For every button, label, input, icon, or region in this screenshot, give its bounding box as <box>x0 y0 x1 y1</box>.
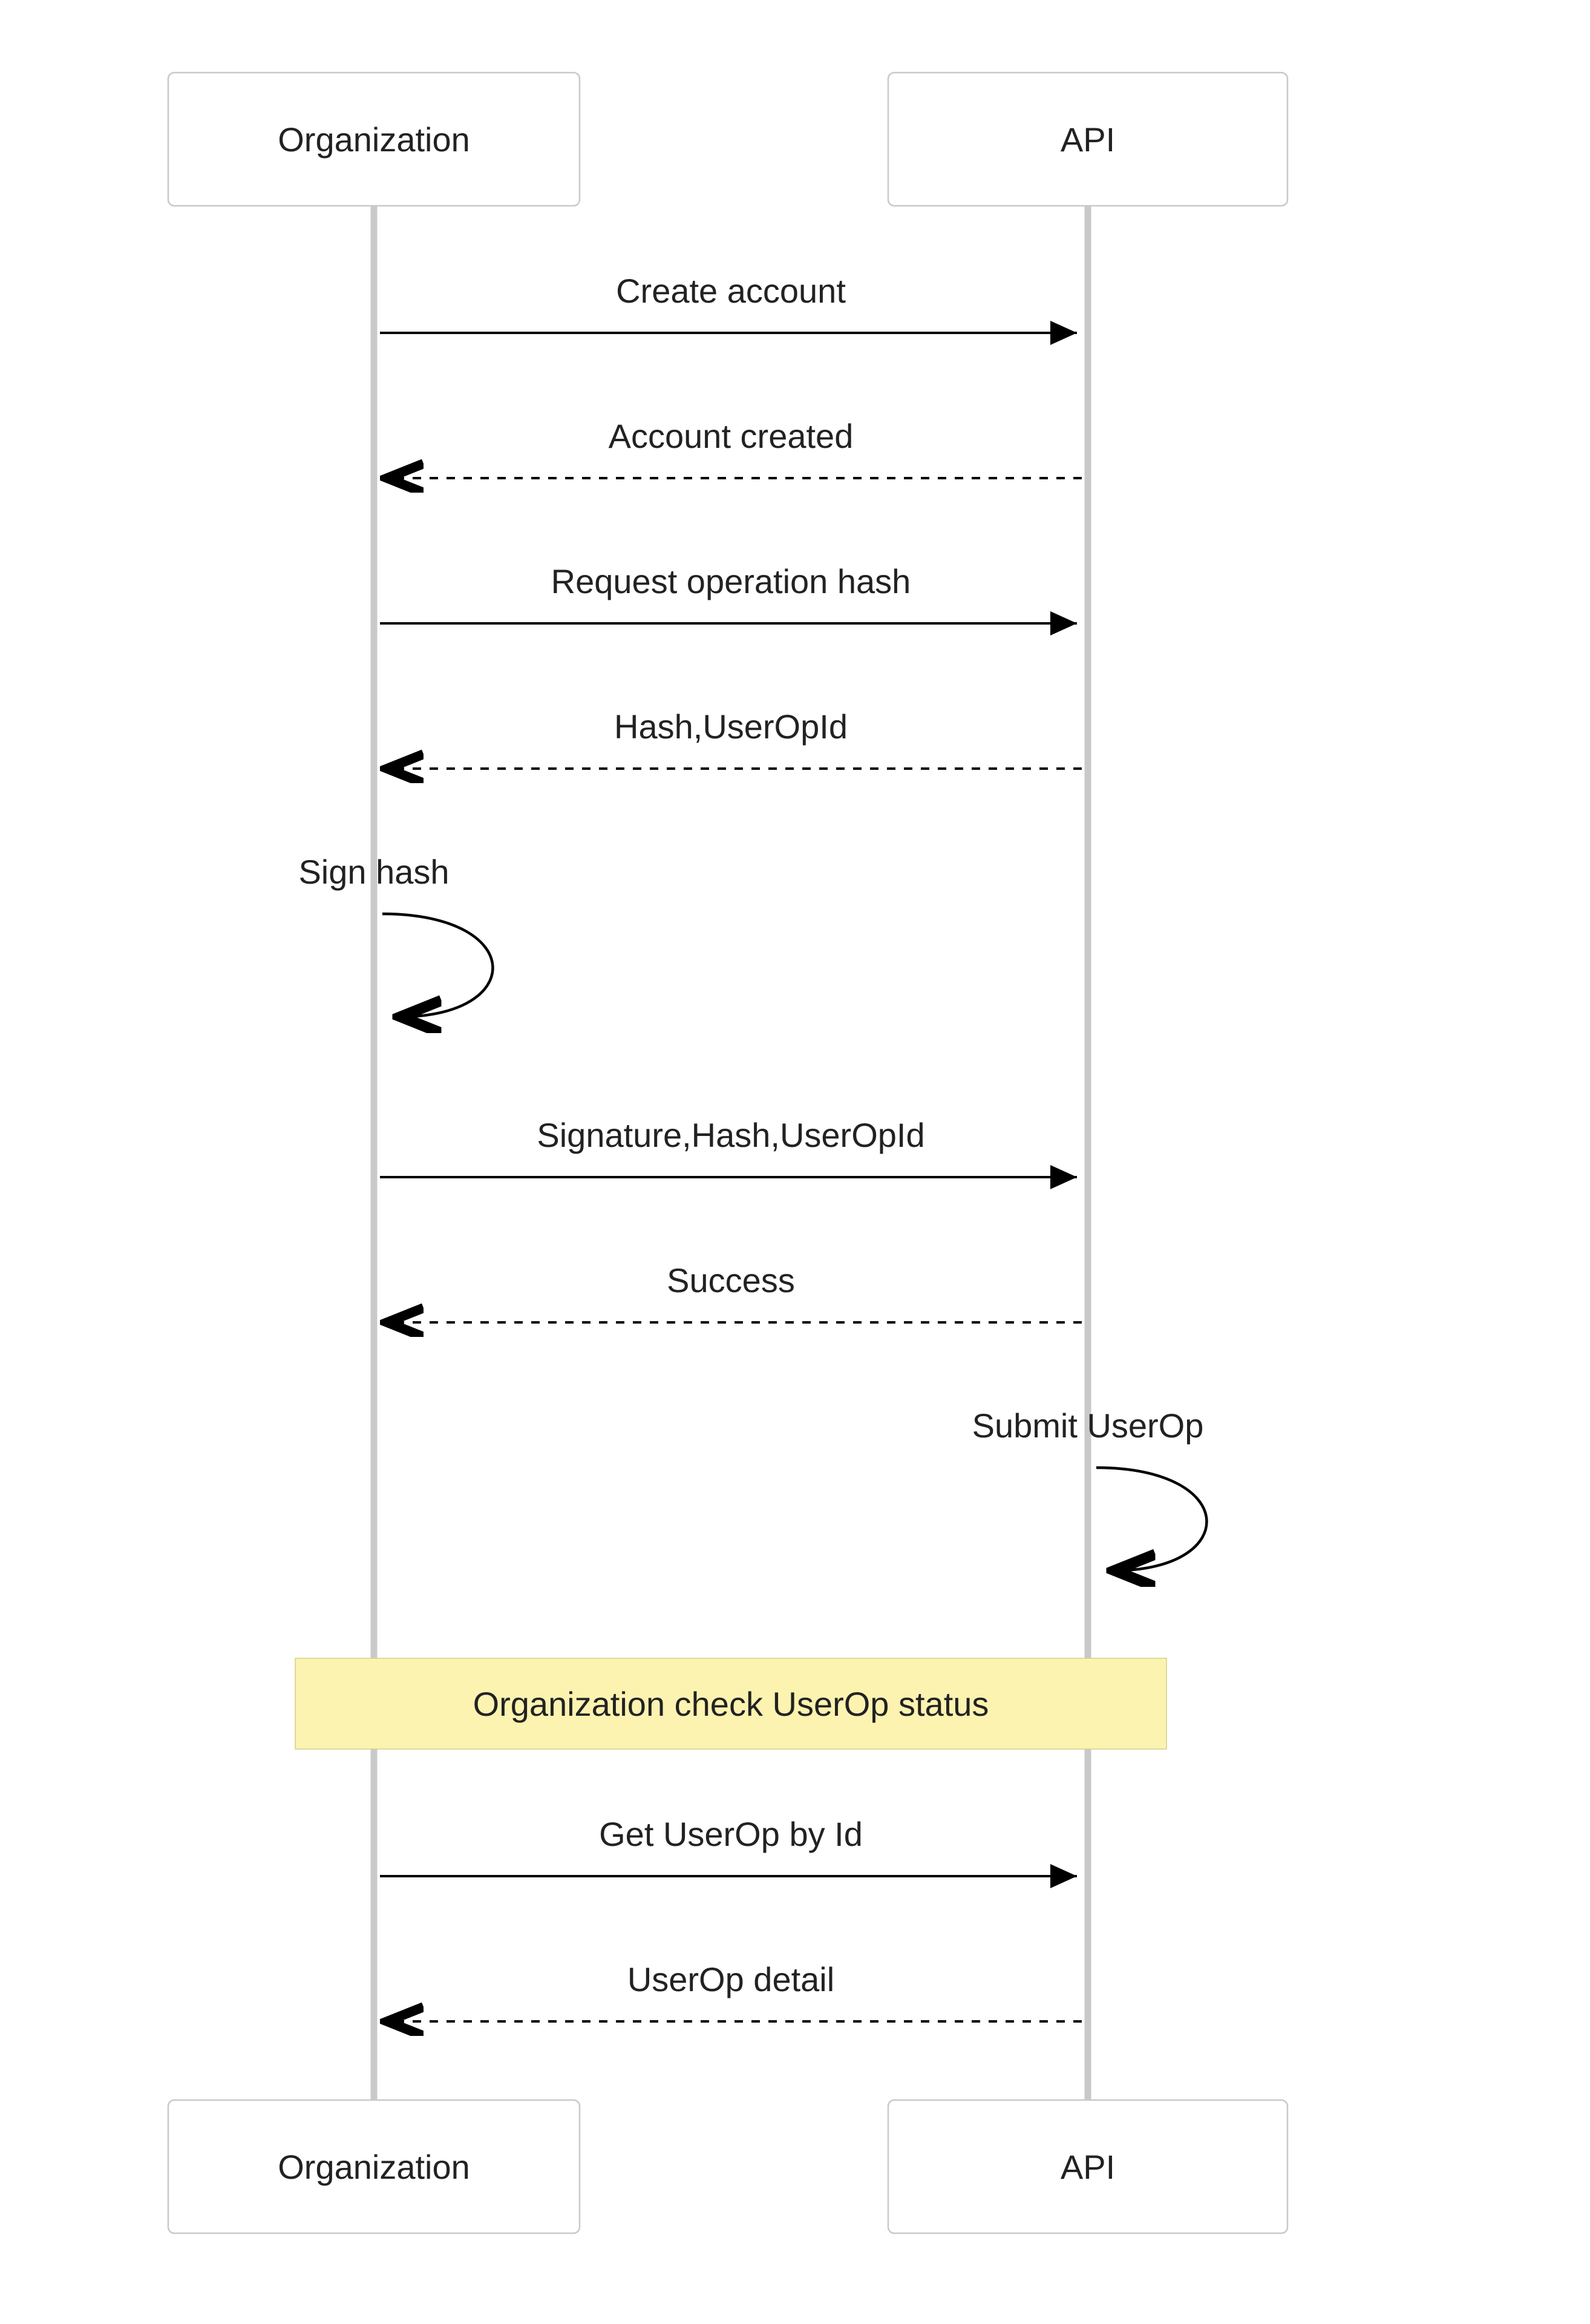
actor-organization-bottom-label: Organization <box>278 2148 470 2186</box>
msg-userop-detail-label: UserOp detail <box>627 1960 834 1998</box>
msg-submit-userop-loop <box>1096 1468 1206 1571</box>
msg-hash-useropid-label: Hash,UserOpId <box>614 707 848 746</box>
msg-request-hash-label: Request operation hash <box>551 562 911 600</box>
actor-organization-label: Organization <box>278 120 470 159</box>
actor-api-bottom-label: API <box>1061 2148 1115 2186</box>
msg-signature-label: Signature,Hash,UserOpId <box>537 1116 924 1154</box>
actor-api-bottom: API <box>888 2100 1287 2233</box>
sequence-diagram: Organization API Create account Account … <box>0 0 1590 2324</box>
msg-sign-hash-label: Sign hash <box>298 853 449 891</box>
note-check-status: Organization check UserOp status <box>295 1658 1166 1749</box>
note-check-status-label: Organization check UserOp status <box>473 1685 989 1723</box>
msg-submit-userop-label: Submit UserOp <box>972 1407 1204 1445</box>
msg-success-label: Success <box>667 1261 795 1299</box>
msg-get-userop-label: Get UserOp by Id <box>599 1815 863 1853</box>
actor-organization-bottom: Organization <box>168 2100 580 2233</box>
actor-organization-top: Organization <box>168 73 580 206</box>
msg-account-created-label: Account created <box>609 417 854 455</box>
msg-create-account-label: Create account <box>616 272 846 310</box>
actor-api-top: API <box>888 73 1287 206</box>
actor-api-label: API <box>1061 120 1115 159</box>
msg-sign-hash-loop <box>382 914 492 1017</box>
